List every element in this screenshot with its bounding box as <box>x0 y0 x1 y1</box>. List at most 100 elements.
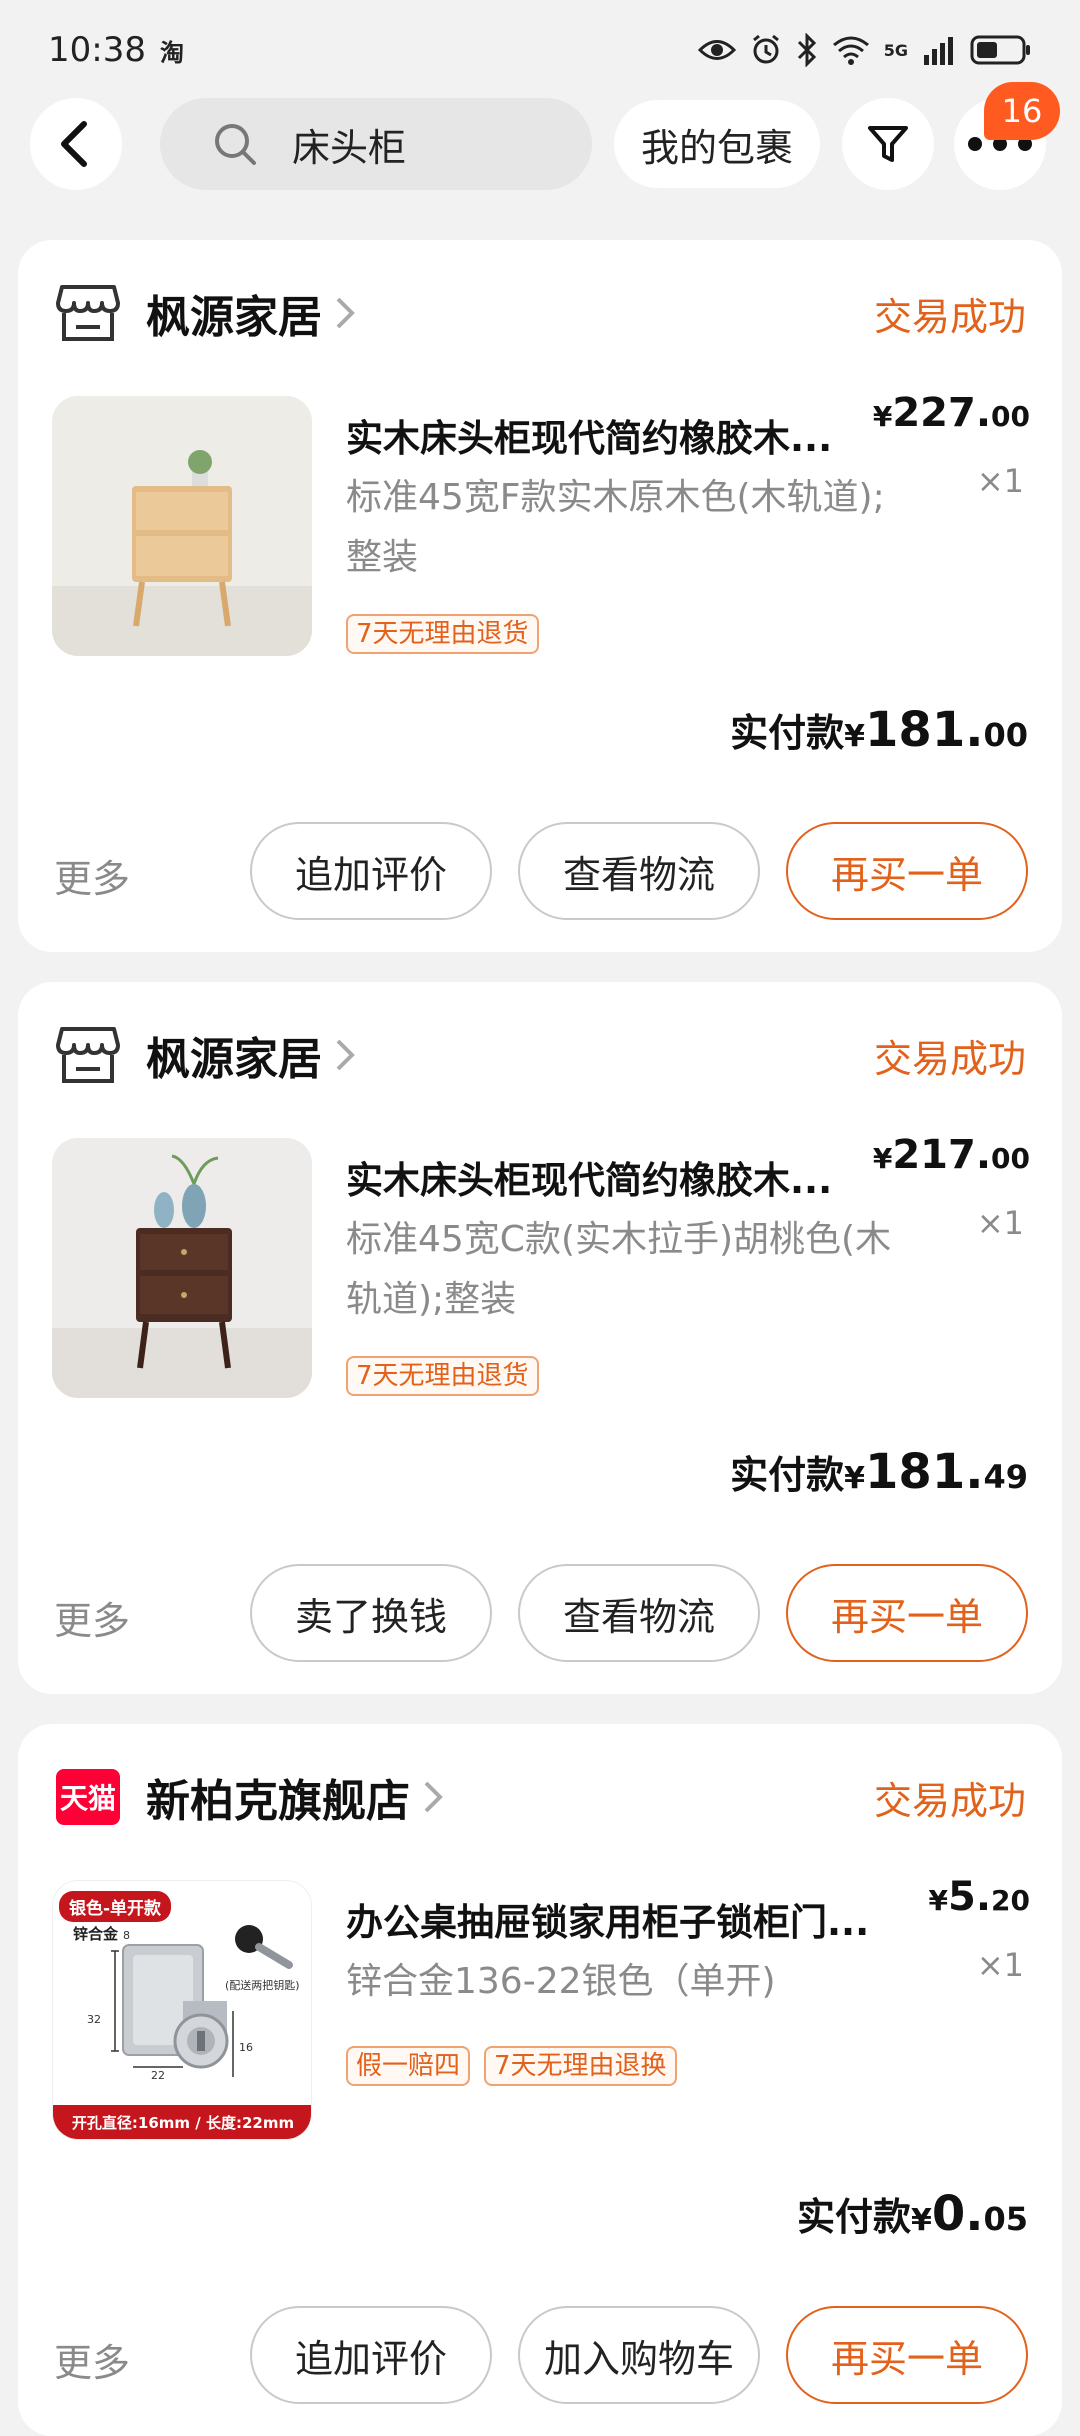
paid-symbol: ¥ <box>910 2203 932 2238</box>
shop-row[interactable]: 天猫 新柏克旗舰店 交易成功 <box>56 1762 1026 1832</box>
search-input[interactable]: 床头柜 <box>160 98 592 190</box>
wifi-icon <box>832 36 869 65</box>
my-packages-button[interactable]: 我的包裹 <box>614 100 820 188</box>
view-logistics-button[interactable]: 查看物流 <box>518 822 760 920</box>
price-decimal: 00 <box>991 1142 1030 1175</box>
back-arrow-icon <box>61 121 87 167</box>
image-dim-height: 32 <box>87 2013 101 2026</box>
shop-name[interactable]: 枫源家居 <box>146 281 322 345</box>
more-button[interactable]: 更多 <box>54 2332 130 2387</box>
more-button[interactable]: 更多 <box>54 848 130 903</box>
unit-price: ¥5. 20 <box>929 1874 1030 1920</box>
paid-symbol: ¥ <box>844 1461 866 1496</box>
more-button[interactable]: 更多 <box>54 1590 130 1645</box>
product-title[interactable]: 实木床头柜现代简约橡胶木... <box>346 1150 886 1204</box>
paid-label: 实付款 <box>730 711 845 755</box>
tag-list: 假一赔四 7天无理由退换 <box>346 2046 677 2086</box>
order-card: 枫源家居 交易成功 实木床头柜现代简约橡胶木... 标准45宽F款实木原木色(木… <box>18 240 1062 952</box>
price-integer: 5. <box>948 1874 992 1920</box>
view-logistics-button[interactable]: 查看物流 <box>518 1564 760 1662</box>
product-title[interactable]: 实木床头柜现代简约橡胶木... <box>346 408 886 462</box>
price-integer: 217. <box>892 1132 992 1178</box>
order-status: 交易成功 <box>873 1778 1026 1823</box>
tag-list: 7天无理由退货 <box>346 1356 539 1396</box>
battery-icon <box>970 35 1030 65</box>
add-review-button[interactable]: 追加评价 <box>250 822 492 920</box>
paid-label: 实付款 <box>730 1453 845 1497</box>
search-query: 床头柜 <box>292 125 407 170</box>
order-card: 枫源家居 交易成功 实木床头柜现代简约橡胶木... 标准45宽C款(实木拉手)胡… <box>18 982 1062 1694</box>
product-sku: 标准45宽C款(实木拉手)胡桃色(木轨道);整装 <box>346 1219 892 1320</box>
price-decimal: 00 <box>991 400 1030 433</box>
paid-integer: 181. <box>865 702 984 758</box>
paid-integer: 181. <box>865 1444 984 1500</box>
tag-return-policy: 7天无理由退换 <box>484 2046 677 2086</box>
shop-name[interactable]: 新柏克旗舰店 <box>146 1765 410 1829</box>
quantity: ×1 <box>976 1204 1024 1242</box>
store-icon <box>56 281 120 345</box>
alarm-icon <box>752 34 779 64</box>
tmall-icon: 天猫 <box>56 1765 120 1829</box>
buy-again-button[interactable]: 再买一单 <box>786 2306 1028 2404</box>
chevron-right-icon <box>334 295 356 331</box>
product-sku: 标准45宽F款实木原木色(木轨道);整装 <box>346 477 885 578</box>
status-app-indicator: 淘 <box>159 38 184 67</box>
tag-list: 7天无理由退货 <box>346 614 539 654</box>
add-review-button[interactable]: 追加评价 <box>250 2306 492 2404</box>
unit-price: ¥227. 00 <box>873 390 1030 436</box>
image-dim-top: 8 <box>123 1929 130 1942</box>
order-status: 交易成功 <box>873 1036 1026 1081</box>
filter-button[interactable] <box>842 98 934 190</box>
product-image[interactable] <box>52 396 312 656</box>
image-dim-cylinder: 16 <box>239 2041 253 2054</box>
tmall-logo: 天猫 <box>56 1769 120 1825</box>
back-button[interactable] <box>30 98 122 190</box>
eye-icon <box>697 40 736 60</box>
status-bar: 10:38 淘 5G <box>0 0 1080 100</box>
shop-row[interactable]: 枫源家居 交易成功 <box>56 1020 1026 1090</box>
quantity: ×1 <box>976 462 1024 500</box>
paid-label: 实付款 <box>796 2195 911 2239</box>
search-icon <box>215 124 256 165</box>
unit-price: ¥217. 00 <box>873 1132 1030 1178</box>
header: 床头柜 我的包裹 16 <box>0 82 1080 196</box>
buy-again-button[interactable]: 再买一单 <box>786 1564 1028 1662</box>
product-image[interactable] <box>52 1138 312 1398</box>
paid-decimal: 05 <box>983 2200 1028 2238</box>
shop-name[interactable]: 枫源家居 <box>146 1023 322 1087</box>
price-integer: 227. <box>892 390 992 436</box>
order-card: 天猫 新柏克旗舰店 交易成功 银色-单开款 锌合金 (配送两把钥匙) 32 22… <box>18 1724 1062 2436</box>
chevron-right-icon <box>422 1779 444 1815</box>
tag-return-policy: 7天无理由退货 <box>346 1356 539 1396</box>
notification-badge: 16 <box>984 82 1060 140</box>
product-sku: 锌合金136-22银色（单开) <box>346 1961 776 2002</box>
filter-icon <box>868 126 908 162</box>
chevron-right-icon <box>334 1037 356 1073</box>
paid-amount: 实付款 ¥181. 49 <box>730 1444 1028 1500</box>
quantity: ×1 <box>976 1946 1024 1984</box>
add-to-cart-button[interactable]: 加入购物车 <box>518 2306 760 2404</box>
store-icon <box>56 1023 120 1087</box>
paid-decimal: 00 <box>983 716 1028 754</box>
image-dim-width: 22 <box>151 2069 165 2082</box>
buy-again-button[interactable]: 再买一单 <box>786 822 1028 920</box>
price-decimal: 20 <box>991 1884 1030 1917</box>
paid-amount: 实付款 ¥181. 00 <box>730 702 1028 758</box>
paid-amount: 实付款 ¥0. 05 <box>797 2186 1028 2242</box>
price-symbol: ¥ <box>872 400 893 433</box>
product-title[interactable]: 办公桌抽屉锁家用柜子锁柜门... <box>346 1892 886 1946</box>
paid-decimal: 49 <box>983 1458 1028 1496</box>
price-symbol: ¥ <box>872 1142 893 1175</box>
order-status: 交易成功 <box>873 294 1026 339</box>
paid-integer: 0. <box>931 2186 984 2242</box>
product-image[interactable]: 银色-单开款 锌合金 (配送两把钥匙) 32 22 16 8 开孔直径:16mm… <box>52 1880 312 2140</box>
image-banner-bottom: 开孔直径:16mm / 长度:22mm <box>53 2105 311 2139</box>
resell-button[interactable]: 卖了换钱 <box>250 1564 492 1662</box>
price-symbol: ¥ <box>928 1884 948 1917</box>
shop-row[interactable]: 枫源家居 交易成功 <box>56 278 1026 348</box>
bluetooth-icon <box>797 33 816 67</box>
paid-symbol: ¥ <box>844 719 866 754</box>
tag-return-policy: 7天无理由退货 <box>346 614 539 654</box>
network-label: 5G <box>883 40 908 60</box>
tag-fake-compensation: 假一赔四 <box>346 2046 471 2086</box>
